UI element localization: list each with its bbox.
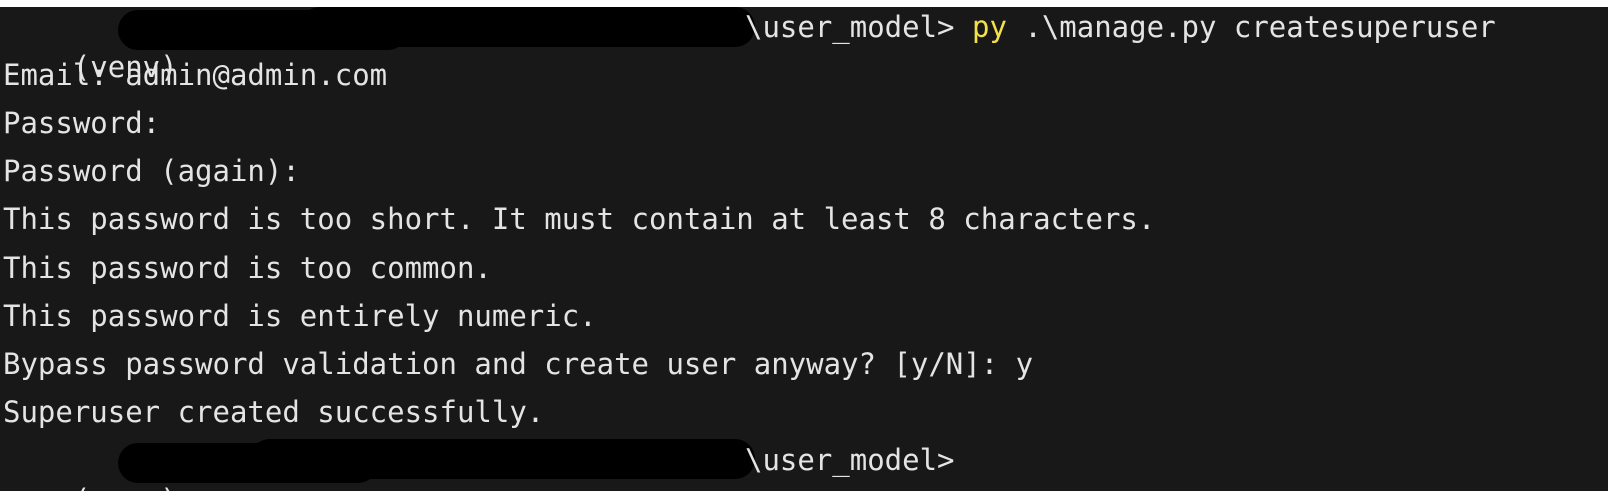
command-arguments: .\manage.py createsuperuser <box>1006 10 1496 44</box>
venv-indicator: (venv) <box>73 483 195 491</box>
prompt-path: \user_model> <box>745 443 955 477</box>
redacted-path <box>250 439 755 479</box>
redacted-path <box>300 7 755 47</box>
terminal-window[interactable]: (venv) \user_model> py .\manage.py creat… <box>0 7 1608 491</box>
output-line: This password is too common. <box>3 251 492 285</box>
output-line: This password is entirely numeric. <box>3 299 597 333</box>
output-line: Password: <box>3 106 161 140</box>
output-line: Email: admin@admin.com <box>3 58 388 92</box>
output-line: Password (again): <box>3 154 300 188</box>
output-line: Bypass password validation and create us… <box>3 347 1034 381</box>
prompt-command: \user_model> py .\manage.py createsuperu… <box>745 7 1496 47</box>
command-executable: py <box>971 10 1007 44</box>
prompt-path: \user_model> <box>745 10 955 44</box>
output-line: Superuser created successfully. <box>3 395 545 429</box>
output-line: This password is too short. It must cont… <box>3 202 1156 236</box>
